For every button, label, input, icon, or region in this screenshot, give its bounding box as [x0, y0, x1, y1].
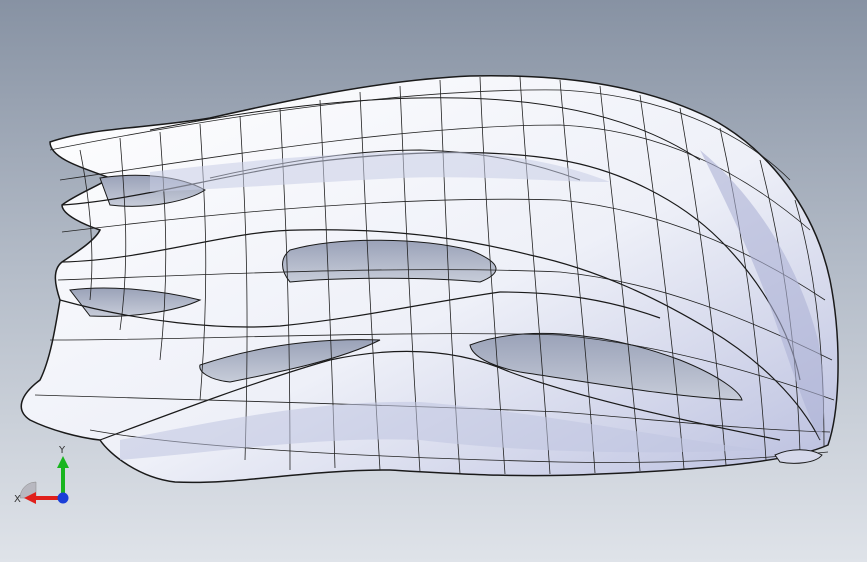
coordinate-triad-icon[interactable]: Y X: [10, 440, 80, 510]
triad-x-label: X: [14, 494, 21, 505]
graphics-viewport[interactable]: Y X: [0, 0, 867, 562]
helmet-model[interactable]: [0, 0, 867, 562]
z-axis-dot: [57, 492, 69, 504]
triad-y-label: Y: [58, 445, 66, 456]
y-axis-arrowhead: [57, 456, 69, 468]
rear-retention-detail: [774, 449, 823, 464]
